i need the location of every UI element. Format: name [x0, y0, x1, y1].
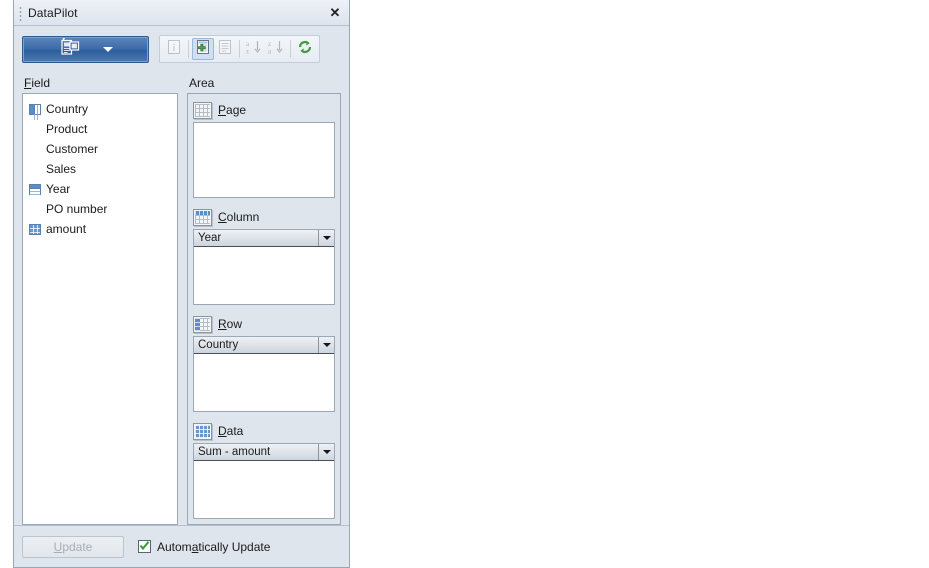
page-area-icon [193, 101, 212, 119]
drag-grip-icon[interactable] [18, 4, 23, 21]
area-header-row: Row [193, 312, 335, 336]
area-label-data: Data [218, 424, 243, 438]
field-tools-group: i a z z a [159, 35, 320, 63]
field-list-item-label: Country [46, 102, 89, 116]
chevron-down-icon[interactable] [318, 444, 334, 460]
field-list-item-product[interactable]: Product [23, 119, 177, 139]
area-header-column: Column [193, 205, 335, 229]
automatically-update-checkbox-row[interactable]: Automatically Update [138, 540, 270, 554]
data-area-icon [193, 422, 212, 440]
area-label-page: Page [218, 103, 246, 117]
remove-field-icon [217, 39, 233, 60]
field-list-item-label: Customer [46, 142, 99, 156]
toolbar-separator [239, 40, 240, 58]
field-column-label: Field [22, 72, 178, 93]
panel-title: DataPilot [28, 5, 78, 20]
automatically-update-label: Automatically Update [157, 540, 270, 554]
area-header-page: Page [193, 98, 335, 122]
sort-descending-button[interactable]: z a [265, 38, 287, 60]
field-list[interactable]: Country Product Customer Sales Year PO n… [22, 93, 178, 525]
update-button-label: pdate [62, 539, 93, 554]
area-label-row: Row [218, 317, 242, 331]
field-data-icon [29, 223, 41, 235]
area-label-data-rest: ata [226, 424, 244, 438]
panel-titlebar[interactable]: DataPilot ✕ [14, 0, 349, 26]
field-list-item-label: PO number [46, 202, 108, 216]
area-field-label: Country [198, 339, 239, 351]
area-section-page: Page [193, 98, 335, 198]
area-accel-page: P [218, 103, 227, 117]
automatically-update-checkbox[interactable] [138, 540, 151, 553]
area-field-label: Sum - amount [198, 446, 271, 458]
field-column-icon [29, 183, 41, 195]
chevron-down-icon[interactable] [318, 230, 334, 246]
column-area-icon [193, 208, 212, 226]
close-icon[interactable]: ✕ [323, 3, 347, 23]
sort-ascending-button[interactable]: a z [243, 38, 265, 60]
area-column: Area Page Column Year Row Country Data S… [187, 72, 341, 525]
checkmark-icon [139, 540, 150, 554]
refresh-button[interactable] [294, 38, 316, 60]
sort-az-icon: a z [245, 39, 263, 60]
svg-text:a: a [268, 47, 272, 55]
add-field-icon [195, 39, 211, 60]
field-list-item-label: Sales [46, 162, 77, 176]
field-list-item-country[interactable]: Country [23, 99, 177, 119]
area-header-data: Data [193, 419, 335, 443]
chevron-down-icon[interactable] [318, 337, 334, 353]
svg-text:z: z [246, 47, 249, 55]
area-accel-row: R [218, 317, 227, 331]
drop-area-page[interactable] [193, 122, 335, 198]
area-field-label: Year [198, 232, 222, 244]
field-list-item-sales[interactable]: Sales [23, 159, 177, 179]
area-column-label: Area [189, 76, 215, 90]
toolbar-separator [188, 40, 189, 58]
area-box: Page Column Year Row Country Data Sum - … [187, 93, 341, 525]
panel-toolbar: i a z z a [14, 26, 349, 72]
area-label-page-rest: age [226, 103, 247, 117]
field-label-rest: ield [31, 76, 51, 90]
drop-area-row[interactable]: Country [193, 336, 335, 412]
refresh-icon [297, 39, 313, 60]
datapilot-layout-icon [59, 37, 81, 62]
update-button-accel: U [53, 539, 63, 554]
area-field-button-sum-amount[interactable]: Sum - amount [194, 444, 334, 461]
area-label-row-rest: ow [226, 317, 243, 331]
area-section-row: Row Country [193, 312, 335, 412]
drop-area-data[interactable]: Sum - amount [193, 443, 335, 519]
field-info-button[interactable]: i [163, 38, 185, 60]
field-row-icon [29, 103, 41, 115]
panel-body: Field Country Product Customer Sales Yea… [14, 72, 349, 525]
sort-za-icon: z a [267, 39, 285, 60]
datapilot-layout-button[interactable] [22, 35, 149, 63]
panel-bottom-bar: Update Automatically Update [14, 525, 349, 567]
field-list-item-label: Year [46, 182, 71, 196]
auto-label-pre: Autom [157, 539, 192, 554]
area-accel-data: D [218, 424, 227, 438]
area-section-data: Data Sum - amount [193, 419, 335, 519]
toolbar-separator [290, 40, 291, 58]
add-field-button[interactable] [192, 38, 214, 60]
update-button[interactable]: Update [22, 535, 124, 558]
datapilot-panel: DataPilot ✕ i a z z a Field Country Prod… [13, 0, 350, 568]
area-label-column: Column [218, 210, 259, 224]
area-field-button-year[interactable]: Year [194, 230, 334, 247]
info-icon: i [166, 39, 182, 60]
field-column: Field Country Product Customer Sales Yea… [22, 72, 178, 525]
area-section-column: Column Year [193, 205, 335, 305]
field-list-item-customer[interactable]: Customer [23, 139, 177, 159]
field-list-item-amount[interactable]: amount [23, 219, 177, 239]
field-list-item-year[interactable]: Year [23, 179, 177, 199]
field-list-item-po-number[interactable]: PO number [23, 199, 177, 219]
area-accel-column: C [218, 210, 227, 224]
auto-label-post: tically Update [198, 539, 271, 554]
remove-field-button[interactable] [214, 38, 236, 60]
chevron-down-icon[interactable] [102, 46, 113, 52]
drop-area-column[interactable]: Year [193, 229, 335, 305]
field-list-item-label: Product [46, 122, 88, 136]
row-area-icon [193, 315, 212, 333]
field-list-item-label: amount [46, 222, 87, 236]
area-label-column-rest: olumn [226, 210, 260, 224]
area-field-button-country[interactable]: Country [194, 337, 334, 354]
